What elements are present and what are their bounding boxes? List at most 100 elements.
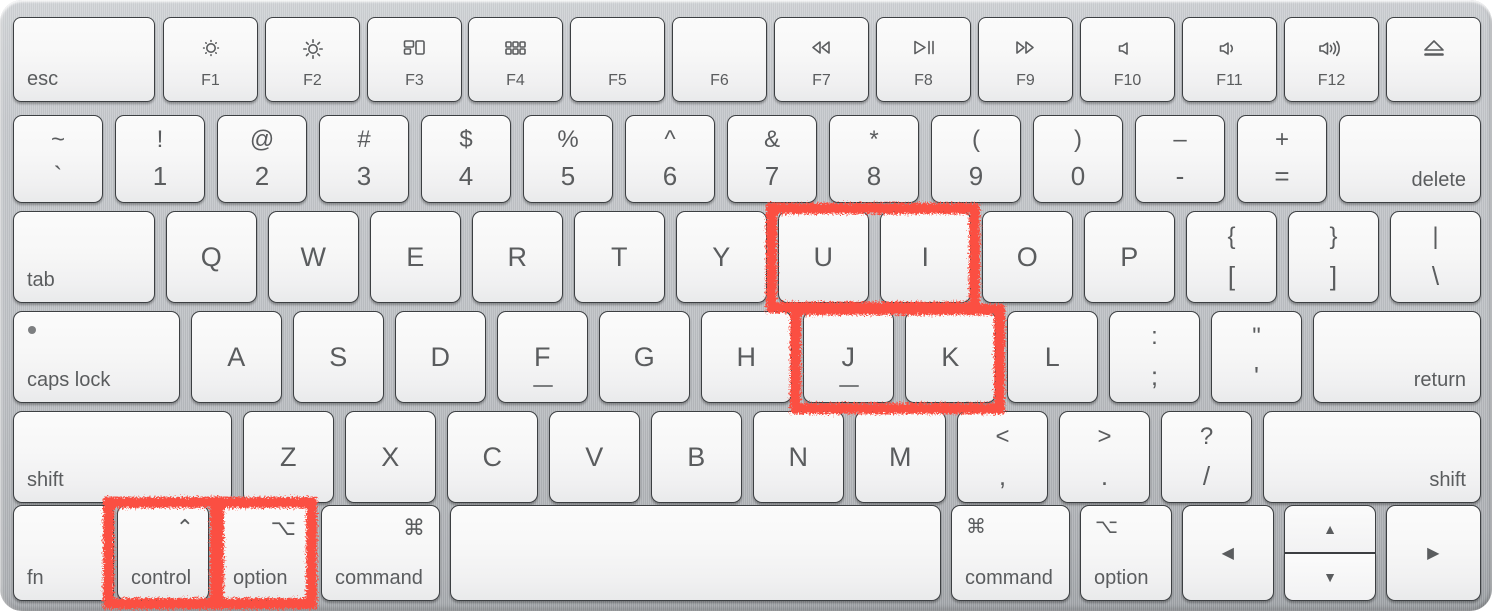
key-space[interactable]	[450, 505, 941, 601]
key-p[interactable]: P	[1084, 211, 1175, 303]
key-y[interactable]: Y	[676, 211, 767, 303]
arrow-up-icon[interactable]: ▲	[1284, 505, 1376, 553]
key-g[interactable]: G	[599, 311, 690, 403]
key-k[interactable]: K	[905, 311, 996, 403]
key-4[interactable]: $4	[421, 115, 511, 203]
key-9[interactable]: (9	[931, 115, 1021, 203]
fkey-label: F6	[710, 72, 729, 90]
key-v[interactable]: V	[549, 411, 640, 503]
fkey-label: F11	[1216, 72, 1243, 90]
key-period[interactable]: >.	[1059, 411, 1150, 503]
key-option-left[interactable]: option ⌥	[219, 505, 311, 601]
key-3[interactable]: #3	[319, 115, 409, 203]
key-5[interactable]: % 5	[523, 115, 613, 203]
key-0[interactable]: ) 0	[1033, 115, 1123, 203]
key-f3[interactable]: F3	[367, 17, 462, 102]
key-esc[interactable]: esc	[13, 17, 155, 102]
fkey-label: F10	[1113, 72, 1142, 90]
key-o[interactable]: O	[982, 211, 1073, 303]
brightness-down-icon	[164, 36, 257, 62]
key-legend: Q	[200, 241, 223, 272]
key-f11[interactable]: F11	[1182, 17, 1277, 102]
key-w[interactable]: W	[268, 211, 359, 303]
key-shift-left[interactable]: shift	[13, 411, 232, 503]
key-fn[interactable]: fn	[13, 505, 114, 601]
key-legend: I	[921, 241, 930, 272]
key-comma[interactable]: <,	[957, 411, 1048, 503]
key-arrow-updown[interactable]: ▲ ▼	[1284, 505, 1376, 601]
key-f4[interactable]: F4	[468, 17, 563, 102]
key-t[interactable]: T	[574, 211, 665, 303]
key-minus[interactable]: – -	[1135, 115, 1225, 203]
key-q[interactable]: Q	[166, 211, 257, 303]
key-control[interactable]: control ⌃	[117, 505, 209, 601]
key-legend: H	[736, 341, 757, 372]
arrow-icon: ◀	[1221, 545, 1235, 562]
key-f9[interactable]: F9	[978, 17, 1073, 102]
key-f8[interactable]: F8	[876, 17, 971, 102]
key-6[interactable]: ^ 6	[625, 115, 715, 203]
key-1[interactable]: ! 1	[115, 115, 205, 203]
key-legend-shifted: ~	[50, 126, 65, 154]
key-semicolon[interactable]: :;	[1109, 311, 1200, 403]
key-quote[interactable]: " '	[1211, 311, 1302, 403]
key-caps-lock[interactable]: caps lock	[13, 311, 180, 403]
key-f1[interactable]: F1	[163, 17, 258, 102]
key-j[interactable]: J	[803, 311, 894, 403]
key-legend: W	[300, 241, 327, 272]
key-f12[interactable]: F12	[1284, 17, 1379, 102]
key-command-left[interactable]: command ⌘	[321, 505, 440, 601]
fkey-label: F4	[506, 72, 525, 90]
key-f10[interactable]: F10	[1080, 17, 1175, 102]
key-legend-base: -	[1175, 161, 1185, 192]
key-legend-shifted: :	[1151, 322, 1158, 350]
key-arrow-left[interactable]: ◀	[1182, 505, 1274, 601]
key-a[interactable]: A	[191, 311, 282, 403]
key-7[interactable]: & 7	[727, 115, 817, 203]
key-return[interactable]: return	[1313, 311, 1481, 403]
key-r[interactable]: R	[472, 211, 563, 303]
key-u[interactable]: U	[778, 211, 869, 303]
key-x[interactable]: X	[345, 411, 436, 503]
key-legend-shifted: (	[972, 126, 980, 154]
key-eject[interactable]	[1386, 17, 1481, 102]
key-delete[interactable]: delete	[1339, 115, 1481, 203]
key-tab[interactable]: tab	[13, 211, 155, 303]
key-f[interactable]: F	[497, 311, 588, 403]
key-legend-base: 3	[356, 161, 372, 192]
key-slash[interactable]: ? /	[1161, 411, 1252, 503]
key-legend-shifted: –	[1173, 126, 1187, 154]
key-b[interactable]: B	[651, 411, 742, 503]
key-n[interactable]: N	[753, 411, 844, 503]
key-8[interactable]: * 8	[829, 115, 919, 203]
key-backtick[interactable]: ~ `	[13, 115, 103, 203]
key-l[interactable]: L	[1007, 311, 1098, 403]
fkey-label: F1	[201, 72, 220, 90]
play-pause-icon	[877, 36, 970, 62]
key-s[interactable]: S	[293, 311, 384, 403]
key-equal[interactable]: + =	[1237, 115, 1327, 203]
key-f7[interactable]: F7	[774, 17, 869, 102]
key-option-right[interactable]: option ⌥	[1080, 505, 1172, 601]
key-h[interactable]: H	[701, 311, 792, 403]
key-arrow-right[interactable]: ▶	[1386, 505, 1481, 601]
key-c[interactable]: C	[447, 411, 538, 503]
key-m[interactable]: M	[855, 411, 946, 503]
key-e[interactable]: E	[370, 211, 461, 303]
key-bracket-l[interactable]: {[	[1186, 211, 1277, 303]
key-bracket-r[interactable]: }]	[1288, 211, 1379, 303]
key-i[interactable]: I	[880, 211, 971, 303]
key-command-right[interactable]: command ⌘	[951, 505, 1070, 601]
key-f2[interactable]: F2	[265, 17, 360, 102]
key-shift-right[interactable]: shift	[1263, 411, 1481, 503]
key-word-label: command	[965, 567, 1053, 589]
key-f6[interactable]: F6	[672, 17, 767, 102]
arrow-down-icon[interactable]: ▼	[1284, 553, 1376, 601]
key-z[interactable]: Z	[243, 411, 334, 503]
key-f5[interactable]: F5	[570, 17, 665, 102]
key-2[interactable]: @2	[217, 115, 307, 203]
key-d[interactable]: D	[395, 311, 486, 403]
key-backslash[interactable]: | \	[1390, 211, 1481, 303]
number-row: ~ `! 1 @2 #3 $4% 5 ^ 6 & 7 * 8(9) 0– - + = delete	[0, 115, 1492, 203]
key-legend: K	[941, 341, 960, 372]
